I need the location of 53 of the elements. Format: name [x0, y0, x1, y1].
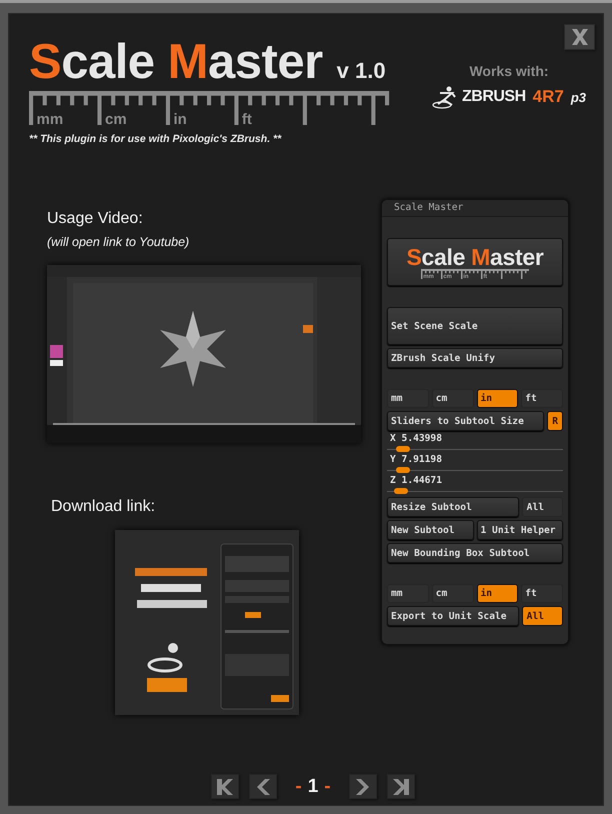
slider-label: X 5.43998	[389, 433, 443, 444]
action-button[interactable]: 1 Unit Helper	[476, 520, 563, 540]
works-with-label: Works with:	[469, 63, 549, 79]
page-dash: -	[295, 776, 302, 798]
unit-label: in	[173, 111, 187, 128]
slider-label: Y 7.91198	[389, 454, 443, 465]
unit-option[interactable]: cm	[432, 389, 474, 408]
panel-title: Scale Master	[382, 200, 568, 217]
product-name: ZBRUSH	[462, 88, 526, 106]
last-page-icon	[390, 778, 411, 796]
unit-label: cm	[105, 111, 127, 128]
plugin-note: ** This plugin is for use with Pixologic's ZBrush. **	[29, 133, 282, 145]
action-button[interactable]: Resize Subtool	[387, 497, 519, 517]
previous-button[interactable]	[249, 774, 278, 799]
toggle-button[interactable]: All	[522, 606, 563, 626]
unit-label: ft	[242, 111, 252, 128]
figure-icon	[432, 85, 458, 109]
unit-option[interactable]: ft	[521, 389, 563, 408]
product-version: 4R7	[532, 87, 564, 107]
close-button[interactable]	[564, 24, 595, 50]
unit-option[interactable]: in	[476, 584, 518, 603]
action-button[interactable]: New Subtool	[387, 520, 474, 540]
close-icon	[570, 28, 590, 46]
slider-label: Z 1.44671	[389, 475, 443, 486]
next-button[interactable]	[348, 774, 377, 799]
toggle-button[interactable]: All	[522, 497, 563, 517]
action-button[interactable]: ZBrush Scale Unify	[387, 348, 563, 368]
patch-label: p3	[570, 90, 586, 104]
app-title: Scale Master	[29, 38, 323, 87]
unit-option[interactable]: mm	[387, 389, 429, 408]
action-button[interactable]: Set Scene Scale	[387, 307, 563, 345]
first-page-button[interactable]	[211, 774, 240, 799]
unit-label: mm	[36, 111, 64, 128]
section-heading: Usage Video:	[47, 210, 144, 228]
unit-option[interactable]: in	[476, 389, 518, 408]
last-page-button[interactable]	[386, 774, 415, 799]
slider-thumb[interactable]	[396, 467, 410, 473]
slider-thumb[interactable]	[396, 446, 410, 452]
page-dash: -	[324, 776, 331, 798]
action-button[interactable]: Sliders to Subtool Size	[387, 411, 544, 431]
toggle-button[interactable]: R	[547, 411, 563, 431]
logo-title: Scale Master	[406, 246, 544, 268]
first-page-icon	[215, 778, 236, 796]
unit-option[interactable]: mm	[387, 584, 429, 603]
link-hint: (will open link to Youtube)	[47, 235, 190, 249]
version-label: v 1.0	[336, 58, 386, 84]
page-number: 1	[308, 776, 318, 798]
action-button[interactable]: New Bounding Box Subtool	[387, 543, 563, 563]
section-heading: Download link:	[51, 498, 156, 516]
action-button[interactable]: Export to Unit Scale	[387, 606, 519, 626]
slider-thumb[interactable]	[394, 488, 408, 494]
unit-option[interactable]: ft	[521, 584, 563, 603]
unit-option[interactable]: cm	[432, 584, 474, 603]
